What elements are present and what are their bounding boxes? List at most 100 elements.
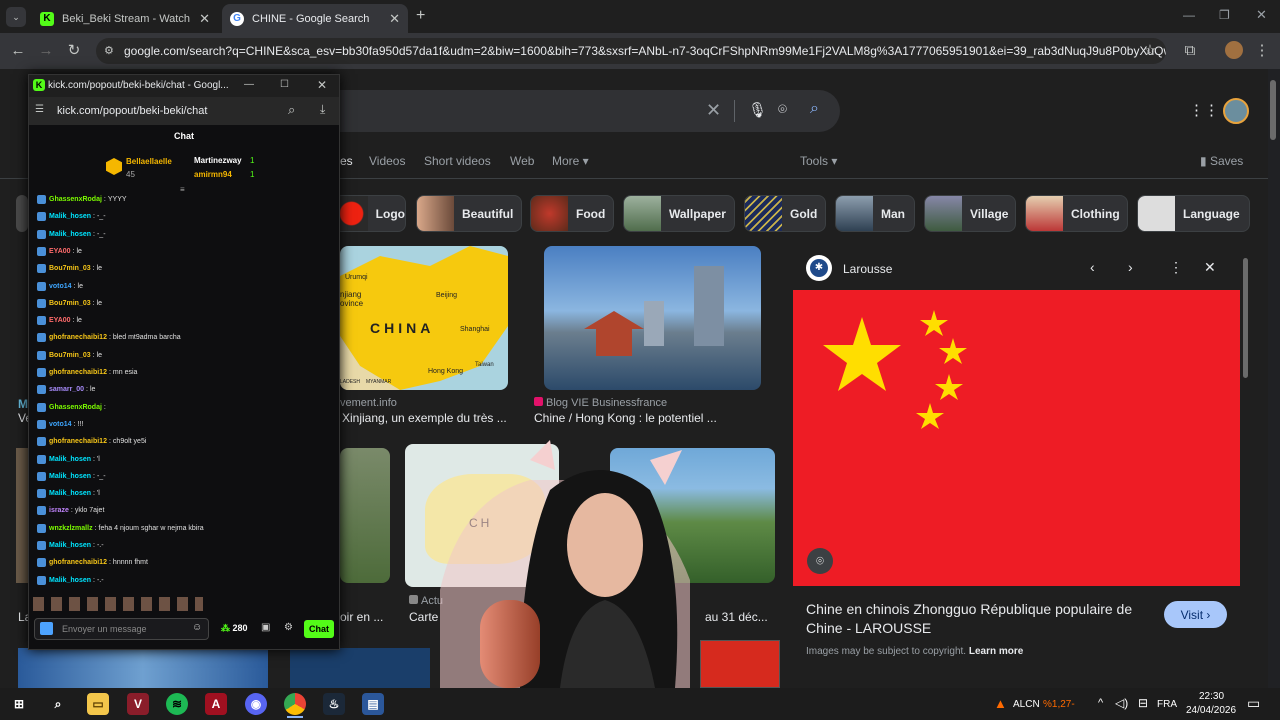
language-indicator[interactable]: FRA [1157,699,1177,710]
chat-username[interactable]: ghofranechaibi12 [49,438,107,445]
chip-language[interactable]: Language [1137,195,1250,232]
app-icon[interactable]: A [205,693,227,715]
tab-videos[interactable]: Videos [369,154,405,168]
chat-username[interactable]: EYA00 [49,317,71,324]
bottom-image-result[interactable] [18,648,268,688]
tab-web[interactable]: Web [510,154,534,168]
chrome-icon[interactable] [284,693,306,715]
panel-title[interactable]: Chine en chinois Zhongguo République pop… [806,600,1156,638]
close-panel-icon[interactable]: ✕ [1204,259,1216,276]
tray-chevron-icon[interactable]: ^ [1098,697,1103,709]
chat-username[interactable]: voto14 [49,421,72,428]
more-options-icon[interactable]: ⋮ [1169,259,1183,276]
forward-arrow-icon[interactable]: → [36,41,56,61]
chat-send-button[interactable]: Chat [304,620,334,638]
chat-username[interactable]: Malik_hosen [49,542,91,549]
result-title[interactable]: Xinjiang, un exemple du très ... [342,411,507,425]
result-title[interactable]: Chine / Hong Kong : le potentiel ... [534,411,717,425]
window-close-icon[interactable]: ✕ [1256,7,1267,23]
chip-food[interactable]: Food [530,195,614,232]
great-wall-image-result[interactable] [340,448,390,583]
page-scrollbar[interactable] [1270,80,1276,140]
chat-username[interactable]: israze [49,507,69,514]
chip-clothing[interactable]: Clothing [1025,195,1128,232]
search-icon[interactable]: ⌕ [47,693,69,715]
tab-short-videos[interactable]: Short videos [424,154,491,168]
tab-google[interactable]: G CHINE - Google Search ✕ [222,4,408,33]
profile-avatar[interactable] [1225,41,1243,59]
app-icon[interactable]: V [127,693,149,715]
back-arrow-icon[interactable]: ← [8,41,28,61]
chat-username[interactable]: EYA00 [49,248,71,255]
lens-search-icon[interactable]: ⌾ [807,548,833,574]
chat-username[interactable]: Malik_hosen [49,456,91,463]
chrome-menu-icon[interactable]: ⋮ [1252,41,1272,61]
tab-images[interactable]: es [340,154,353,168]
extensions-icon[interactable]: ⧉ [1180,41,1200,61]
emoji-icon[interactable]: ☺ [192,622,202,633]
chat-username[interactable]: Malik_hosen [49,577,91,584]
chip-wallpaper[interactable]: Wallpaper [623,195,735,232]
steam-icon[interactable]: ♨ [323,693,345,715]
chat-username[interactable]: ghofranechaibi12 [49,559,107,566]
saves-button[interactable]: ▮ Saves [1200,154,1243,168]
volume-icon[interactable]: ◁) [1115,696,1128,710]
tab-search-menu[interactable]: ⌄ [6,7,26,27]
map-image-result[interactable]: CHINA Urumqi njiang ovince Beijing Shang… [340,246,508,390]
chip-partial[interactable] [16,195,28,232]
new-tab-button[interactable]: + [416,7,425,25]
scrollbar[interactable] [1243,258,1248,378]
popout-download-icon[interactable]: ⤓ [320,102,325,117]
chat-username[interactable]: GhassenxRodaj [49,404,102,411]
spotify-icon[interactable]: ≋ [166,693,188,715]
chat-username[interactable]: Malik_hosen [49,490,91,497]
chat-username[interactable]: Bou7min_03 [49,265,91,272]
voice-search-icon[interactable]: 🎙 [748,101,767,119]
chat-username[interactable]: GhassenxRodaj [49,196,102,203]
clear-search-icon[interactable]: ✕ [706,100,721,121]
file-explorer-icon[interactable]: ▭ [87,693,109,715]
chip-village[interactable]: Village [924,195,1016,232]
settings-gear-icon[interactable]: ⚙ [284,622,293,633]
chat-username[interactable]: ghofranechaibi12 [49,334,107,341]
notifications-icon[interactable]: ▭ [1247,695,1260,712]
tools-button[interactable]: Tools ▾ [800,154,837,168]
clock-date[interactable]: 24/04/2026 [1186,705,1236,716]
chip-beautiful[interactable]: Beautiful [416,195,522,232]
chat-username[interactable]: wnzkzlzmallz [49,525,93,532]
bookmark-star-icon[interactable]: ☆ [1140,41,1160,61]
prev-arrow-icon[interactable]: ‹ [1090,259,1095,275]
close-icon[interactable]: ✕ [389,11,400,27]
close-icon[interactable]: ✕ [199,11,210,27]
chip-gold[interactable]: Gold [744,195,826,232]
bottom-image-result[interactable] [290,648,430,688]
account-avatar[interactable] [1223,98,1249,124]
search-icon[interactable]: ⌕ [810,100,819,118]
result-title[interactable]: oir en ... [340,610,383,624]
clock-time[interactable]: 22:30 [1199,691,1224,702]
popout-site-icon[interactable]: ☰ [35,104,44,115]
minimize-icon[interactable]: — [1183,8,1195,22]
chat-username[interactable]: voto14 [49,283,72,290]
chat-username[interactable]: Malik_hosen [49,231,91,238]
gift-icon[interactable]: ▣ [261,622,270,633]
popout-minimize-icon[interactable]: — [244,79,254,90]
learn-more-link[interactable]: Learn more [969,646,1023,657]
points-display[interactable]: ⁂ 280 [221,623,248,634]
discord-icon[interactable]: ◉ [245,693,267,715]
popout-search-icon[interactable]: ⌕ [288,102,295,118]
tab-more[interactable]: More ▾ [552,154,589,168]
chat-username[interactable]: Malik_hosen [49,473,91,480]
app-icon[interactable]: ▤ [362,693,384,715]
visit-button[interactable]: Visit › [1164,601,1227,628]
apps-grid-icon[interactable]: ⋮⋮ [1189,101,1219,119]
chat-username[interactable]: Bou7min_03 [49,300,91,307]
lens-icon[interactable]: ⌾ [778,101,787,118]
popout-close-icon[interactable]: ✕ [317,78,327,92]
next-arrow-icon[interactable]: › [1128,259,1133,275]
chat-username[interactable]: samarr_00 [49,386,84,393]
hongkong-image-result[interactable] [544,246,761,390]
chip-man[interactable]: Man [835,195,915,232]
popout-maximize-icon[interactable]: ☐ [280,79,289,90]
reload-icon[interactable]: ↻ [64,41,84,61]
